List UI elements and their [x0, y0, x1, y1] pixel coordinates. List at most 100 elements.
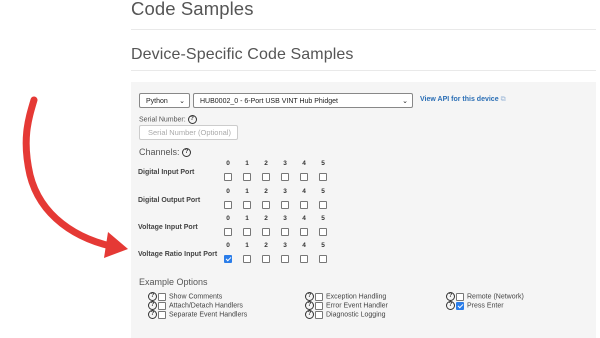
port-checkbox[interactable]: [281, 227, 289, 236]
device-select[interactable]: HUB0002_0 - 6-Port USB VINT Hub Phidget …: [193, 93, 413, 108]
port-number: 0: [226, 215, 230, 222]
channel-port: 2: [261, 214, 271, 241]
option-checkbox[interactable]: [158, 301, 166, 310]
option-label: Press Enter: [467, 302, 504, 310]
port-number: 5: [321, 160, 325, 167]
port-number: 5: [321, 215, 325, 222]
example-option[interactable]: ? Separate Event Handlers: [148, 310, 247, 319]
channel-port: 0: [223, 214, 233, 241]
port-checkbox[interactable]: [224, 200, 232, 209]
option-checkbox[interactable]: [315, 292, 323, 301]
channel-port: 1: [242, 214, 252, 241]
example-options-label: Example Options: [139, 277, 208, 287]
divider: [131, 70, 596, 71]
code-sample-options-panel: Python ⌄ HUB0002_0 - 6-Port USB VINT Hub…: [131, 82, 596, 338]
port-number: 0: [226, 242, 230, 249]
example-option[interactable]: ? Diagnostic Logging: [305, 310, 386, 319]
port-checkbox[interactable]: [262, 200, 270, 209]
option-label: Attach/Detach Handlers: [169, 302, 243, 310]
port-checkbox[interactable]: [300, 200, 308, 209]
port-number: 1: [245, 215, 249, 222]
option-checkbox[interactable]: [315, 310, 323, 319]
device-select-value: HUB0002_0 - 6-Port USB VINT Hub Phidget: [200, 98, 338, 105]
channel-port: 5: [318, 187, 328, 214]
port-checkbox[interactable]: [281, 254, 289, 263]
port-checkbox[interactable]: [281, 172, 289, 181]
option-checkbox[interactable]: [158, 310, 166, 319]
channel-port: 2: [261, 241, 271, 268]
port-checkbox[interactable]: [319, 254, 327, 263]
port-checkbox[interactable]: [224, 227, 232, 236]
option-label: Separate Event Handlers: [169, 311, 248, 319]
channel-port: 5: [318, 241, 328, 268]
question-circle-icon[interactable]: ?: [182, 148, 192, 158]
question-circle-icon[interactable]: ?: [446, 292, 455, 301]
port-checkbox[interactable]: [262, 172, 270, 181]
option-checkbox[interactable]: [315, 301, 323, 310]
port-checkbox[interactable]: [224, 172, 232, 181]
port-checkbox[interactable]: [243, 200, 251, 209]
chevron-down-icon: ⌄: [179, 98, 185, 105]
question-circle-icon[interactable]: ?: [148, 292, 157, 301]
question-circle-icon[interactable]: ?: [305, 301, 314, 310]
port-number: 1: [245, 160, 249, 167]
divider: [131, 29, 596, 30]
example-option[interactable]: ? Press Enter: [446, 301, 504, 310]
option-label: Show Comments: [169, 293, 223, 301]
port-checkbox[interactable]: [300, 254, 308, 263]
question-circle-icon[interactable]: ?: [305, 310, 314, 319]
channel-port: 5: [318, 214, 328, 241]
question-circle-icon[interactable]: ?: [305, 292, 314, 301]
port-number: 3: [283, 242, 287, 249]
channel-port: 1: [242, 241, 252, 268]
example-option[interactable]: ? Show Comments: [148, 292, 222, 301]
question-circle-icon[interactable]: ?: [187, 115, 197, 124]
channel-row-label: Digital Input Port: [138, 169, 195, 176]
example-option[interactable]: ? Error Event Handler: [305, 301, 388, 310]
channel-port: 3: [280, 214, 290, 241]
port-checkbox[interactable]: [224, 254, 232, 263]
port-checkbox[interactable]: [262, 227, 270, 236]
example-option[interactable]: ? Remote (Network): [446, 292, 524, 301]
channel-port: 0: [223, 187, 233, 214]
port-number: 3: [283, 188, 287, 195]
port-checkbox[interactable]: [319, 227, 327, 236]
serial-number-label-row: Serial Number: ?: [139, 115, 197, 124]
example-option[interactable]: ? Exception Handling: [305, 292, 386, 301]
option-checkbox[interactable]: [158, 292, 166, 301]
option-label: Remote (Network): [467, 293, 524, 301]
channel-port: 3: [280, 187, 290, 214]
language-select[interactable]: Python ⌄: [139, 93, 190, 108]
port-checkbox[interactable]: [300, 172, 308, 181]
view-api-link-label: View API for this device: [420, 96, 499, 103]
channel-port: 4: [299, 214, 309, 241]
channel-port: 1: [242, 159, 252, 186]
option-checkbox[interactable]: [456, 292, 464, 301]
port-checkbox[interactable]: [300, 227, 308, 236]
page-title: Code Samples: [131, 0, 254, 19]
question-circle-icon[interactable]: ?: [446, 301, 455, 310]
serial-number-label: Serial Number:: [139, 116, 186, 124]
question-circle-icon[interactable]: ?: [148, 301, 157, 310]
port-checkbox[interactable]: [319, 172, 327, 181]
external-link-icon: ⧉: [500, 96, 506, 103]
channel-row-label: Digital Output Port: [138, 197, 201, 204]
port-checkbox[interactable]: [243, 227, 251, 236]
port-number: 0: [226, 160, 230, 167]
port-checkbox[interactable]: [319, 200, 327, 209]
channel-row-label: Voltage Input Port: [138, 224, 198, 231]
channel-row-label: Voltage Ratio Input Port: [138, 251, 218, 258]
port-checkbox[interactable]: [262, 254, 270, 263]
view-api-link[interactable]: View API for this device ⧉: [420, 96, 506, 104]
example-option[interactable]: ? Attach/Detach Handlers: [148, 301, 243, 310]
port-number: 4: [302, 160, 306, 167]
port-checkbox[interactable]: [243, 172, 251, 181]
question-circle-icon[interactable]: ?: [148, 310, 157, 319]
port-checkbox[interactable]: [281, 200, 289, 209]
serial-number-input[interactable]: Serial Number (Optional): [139, 125, 238, 140]
option-label: Exception Handling: [326, 293, 387, 301]
channel-port: 4: [299, 187, 309, 214]
port-number: 4: [302, 188, 306, 195]
port-checkbox[interactable]: [243, 254, 251, 263]
option-checkbox[interactable]: [456, 301, 464, 310]
